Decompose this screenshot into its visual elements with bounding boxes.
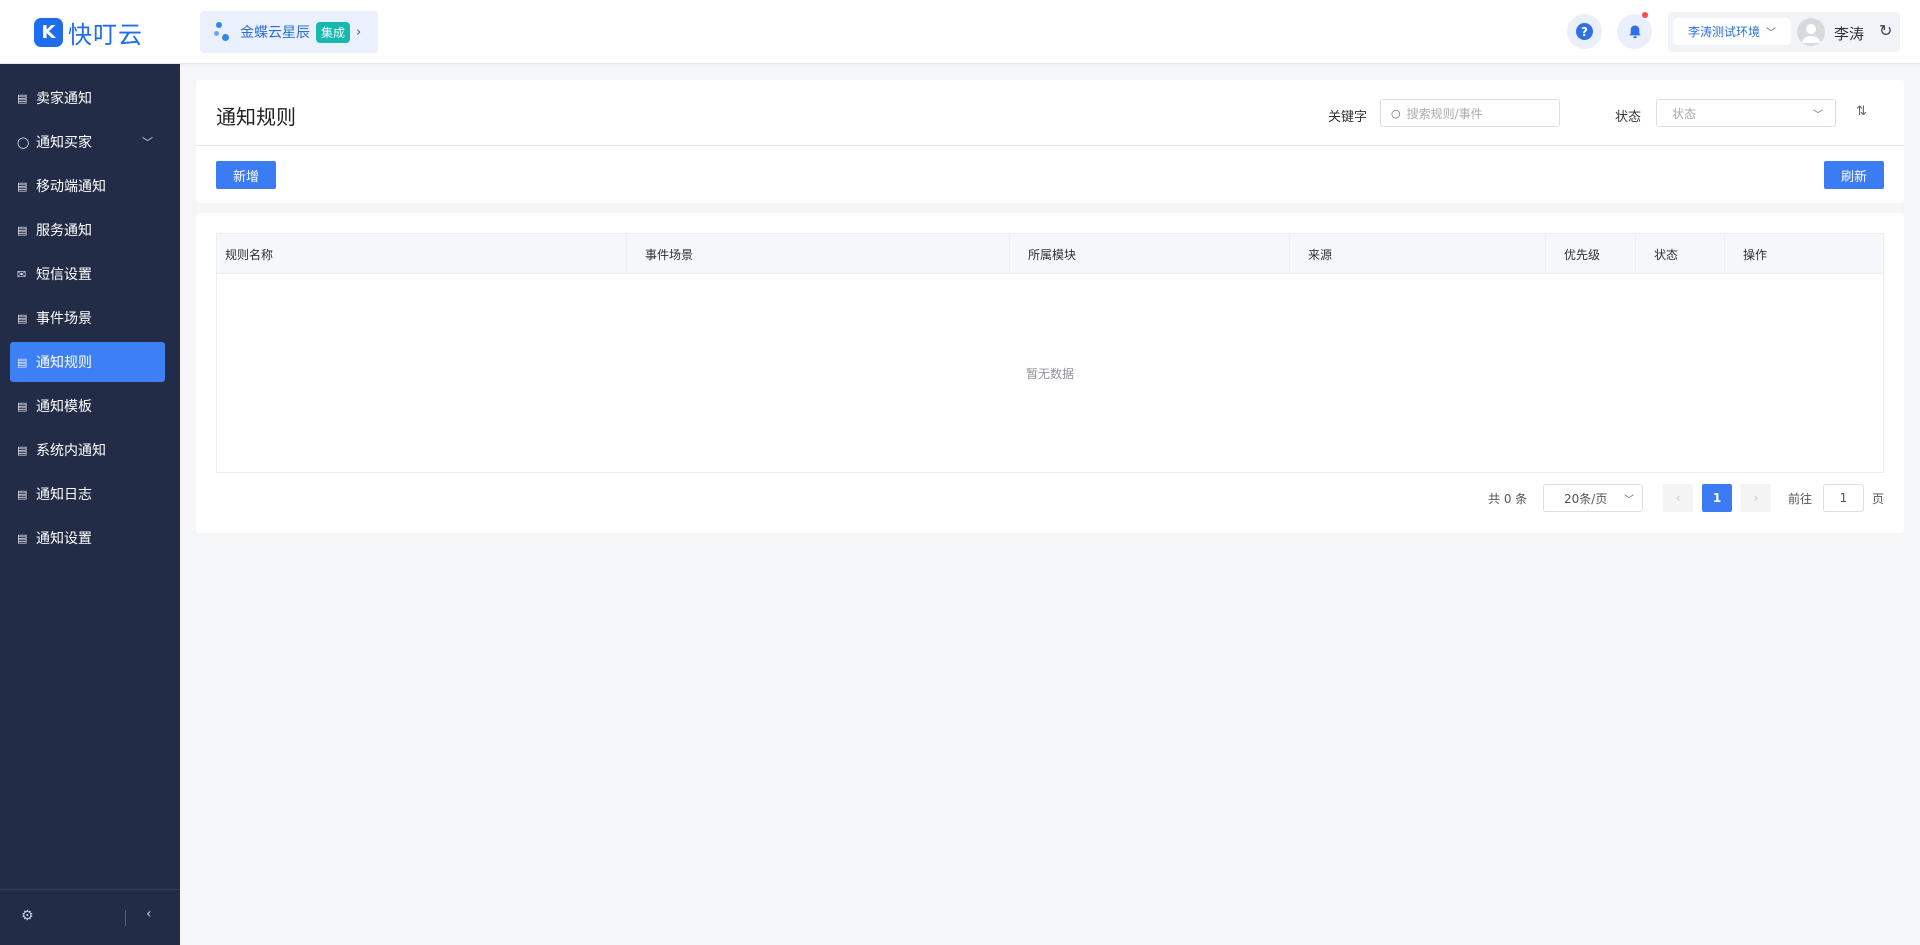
column-header-priority[interactable]: 优先级 xyxy=(1546,234,1636,274)
refresh-button[interactable]: 刷新 xyxy=(1824,161,1884,189)
doc-icon: ▤ xyxy=(17,311,28,325)
chevron-right-icon: › xyxy=(356,24,362,40)
sidebar-item-label: 事件场景 xyxy=(36,311,92,327)
brand-dots-icon xyxy=(214,21,234,43)
doc-icon: ▤ xyxy=(17,443,28,457)
prev-page-button[interactable]: ‹ xyxy=(1663,484,1693,512)
mail-icon: ✉ xyxy=(17,267,27,281)
collapse-sidebar-icon[interactable]: ‹ xyxy=(146,906,152,922)
sidebar-item-label: 通知买家 xyxy=(36,135,92,151)
page-size-value: 20条/页 xyxy=(1564,491,1608,506)
bell-icon xyxy=(1628,25,1641,38)
table-card: 规则名称 事件场景 所属模块 来源 优先级 状态 操作 暂无数据 共 0 条 2… xyxy=(196,213,1904,533)
brand-tag-badge: 集成 xyxy=(316,21,351,43)
sidebar-footer: ⚙ ‹ xyxy=(0,889,180,945)
keyword-search-input[interactable]: ○ 搜索规则/事件 xyxy=(1380,99,1560,127)
chat-icon: ◯ xyxy=(17,135,30,149)
chevron-left-icon: ‹ xyxy=(1675,491,1681,505)
chevron-down-icon: ﹀ xyxy=(1813,109,1823,121)
sidebar-item-seller-notify[interactable]: ▤ 卖家通知 xyxy=(10,78,165,118)
app-logo[interactable]: K 快叮云 xyxy=(34,16,143,49)
sidebar-item-system-notify[interactable]: ▤ 系统内通知 xyxy=(10,430,165,470)
top-header: K 快叮云 金蝶云星辰 集成 › ? 李涛测试环境 ﹀ 李涛 ↻ xyxy=(0,0,1920,64)
user-avatar-icon xyxy=(1801,24,1821,43)
status-select[interactable]: 状态 ﹀ xyxy=(1656,99,1836,127)
sidebar-item-sms-settings[interactable]: ✉ 短信设置 xyxy=(10,254,165,294)
empty-state-text: 暂无数据 xyxy=(1025,367,1074,381)
column-header-actions: 操作 xyxy=(1743,247,1768,262)
page-title: 通知规则 xyxy=(216,105,296,129)
status-label: 状态 xyxy=(1615,110,1642,125)
pagination-total: 共 0 条 xyxy=(1488,492,1528,506)
sidebar-item-label: 通知模板 xyxy=(36,399,92,415)
notification-button[interactable] xyxy=(1617,12,1652,49)
environment-label: 李涛测试环境 xyxy=(1687,25,1760,39)
goto-page-input[interactable]: 1 xyxy=(1823,484,1864,512)
rules-table: 规则名称 事件场景 所属模块 来源 优先级 状态 操作 暂无数据 xyxy=(216,233,1884,473)
sidebar-item-notify-logs[interactable]: ▤ 通知日志 xyxy=(10,474,165,514)
notification-badge xyxy=(1642,12,1648,18)
sidebar-item-label: 系统内通知 xyxy=(36,443,106,459)
doc-icon: ▤ xyxy=(17,91,28,105)
user-name[interactable]: 李涛 xyxy=(1834,23,1864,44)
goto-label: 前往 xyxy=(1788,492,1813,506)
search-icon: ○ xyxy=(1391,106,1401,120)
doc-icon: ▤ xyxy=(17,223,28,237)
doc-icon: ▤ xyxy=(17,355,28,369)
user-area: 李涛测试环境 ﹀ 李涛 ↻ xyxy=(1668,12,1900,52)
chevron-right-icon: › xyxy=(1753,491,1759,505)
column-header-event-scene[interactable]: 事件场景 xyxy=(627,234,1010,274)
column-header-status[interactable]: 状态 xyxy=(1636,234,1725,274)
sidebar-item-label: 卖家通知 xyxy=(36,91,92,107)
page-size-select[interactable]: 20条/页 ﹀ xyxy=(1543,484,1643,512)
sidebar-item-service-notify[interactable]: ▤ 服务通知 xyxy=(10,210,165,250)
sidebar-item-label: 通知日志 xyxy=(36,487,92,503)
sidebar-item-label: 通知规则 xyxy=(36,355,92,371)
divider xyxy=(125,910,126,926)
sidebar-item-buyer-notify[interactable]: ◯ 通知买家 ﹀ xyxy=(10,122,165,162)
brand-name: 金蝶云星辰 xyxy=(240,25,310,41)
sidebar-item-event-scenes[interactable]: ▤ 事件场景 xyxy=(10,298,165,338)
goto-suffix: 页 xyxy=(1872,492,1885,506)
question-icon: ? xyxy=(1576,23,1593,40)
column-header-module[interactable]: 所属模块 xyxy=(1010,234,1290,274)
settings-gear-icon[interactable]: ⚙ xyxy=(21,908,34,924)
status-placeholder: 状态 xyxy=(1672,106,1697,121)
search-placeholder: 搜索规则/事件 xyxy=(1406,106,1483,121)
chevron-down-icon: ﹀ xyxy=(142,136,153,149)
doc-icon: ▤ xyxy=(17,487,28,501)
chevron-down-icon: ﹀ xyxy=(1624,494,1634,506)
logo-mark-icon: K xyxy=(34,17,63,47)
keyword-label: 关键字 xyxy=(1328,110,1368,125)
sidebar-item-label: 短信设置 xyxy=(36,267,92,283)
doc-icon: ▤ xyxy=(17,179,28,193)
page-number-current[interactable]: 1 xyxy=(1702,484,1732,512)
sidebar-item-notify-settings[interactable]: ▤ 通知设置 xyxy=(10,518,165,558)
sidebar-item-label: 服务通知 xyxy=(36,223,92,239)
next-page-button[interactable]: › xyxy=(1741,484,1771,512)
help-button[interactable]: ? xyxy=(1567,14,1602,49)
sidebar-item-label: 通知设置 xyxy=(36,531,92,547)
sidebar: ▤ 卖家通知 ◯ 通知买家 ﹀ ▤ 移动端通知 ▤ 服务通知 ✉ 短信设置 ▤ … xyxy=(0,64,180,945)
sidebar-item-notify-rules[interactable]: ▤ 通知规则 xyxy=(10,342,165,382)
environment-select[interactable]: 李涛测试环境 ﹀ xyxy=(1673,18,1791,45)
doc-icon: ▤ xyxy=(17,531,28,545)
add-button[interactable]: 新增 xyxy=(216,161,276,189)
sort-toggle-icon[interactable]: ⇅ xyxy=(1856,104,1867,119)
integration-brand-switch[interactable]: 金蝶云星辰 集成 › xyxy=(200,11,378,53)
avatar[interactable] xyxy=(1797,18,1825,46)
refresh-icon[interactable]: ↻ xyxy=(1879,21,1892,40)
divider xyxy=(196,145,1904,146)
sidebar-item-label: 移动端通知 xyxy=(36,179,106,195)
sidebar-item-mobile-notify[interactable]: ▤ 移动端通知 xyxy=(10,166,165,206)
filter-card: 通知规则 关键字 ○ 搜索规则/事件 状态 状态 ﹀ ⇅ 新增 刷新 xyxy=(196,80,1904,203)
doc-icon: ▤ xyxy=(17,399,28,413)
chevron-down-icon: ﹀ xyxy=(1766,28,1776,39)
column-header-source[interactable]: 来源 xyxy=(1290,234,1546,274)
table-header: 规则名称 事件场景 所属模块 来源 优先级 状态 操作 xyxy=(217,234,1883,274)
sidebar-item-notify-templates[interactable]: ▤ 通知模板 xyxy=(10,386,165,426)
logo-text: 快叮云 xyxy=(68,20,143,49)
column-header-rule-name[interactable]: 规则名称 xyxy=(217,234,627,274)
